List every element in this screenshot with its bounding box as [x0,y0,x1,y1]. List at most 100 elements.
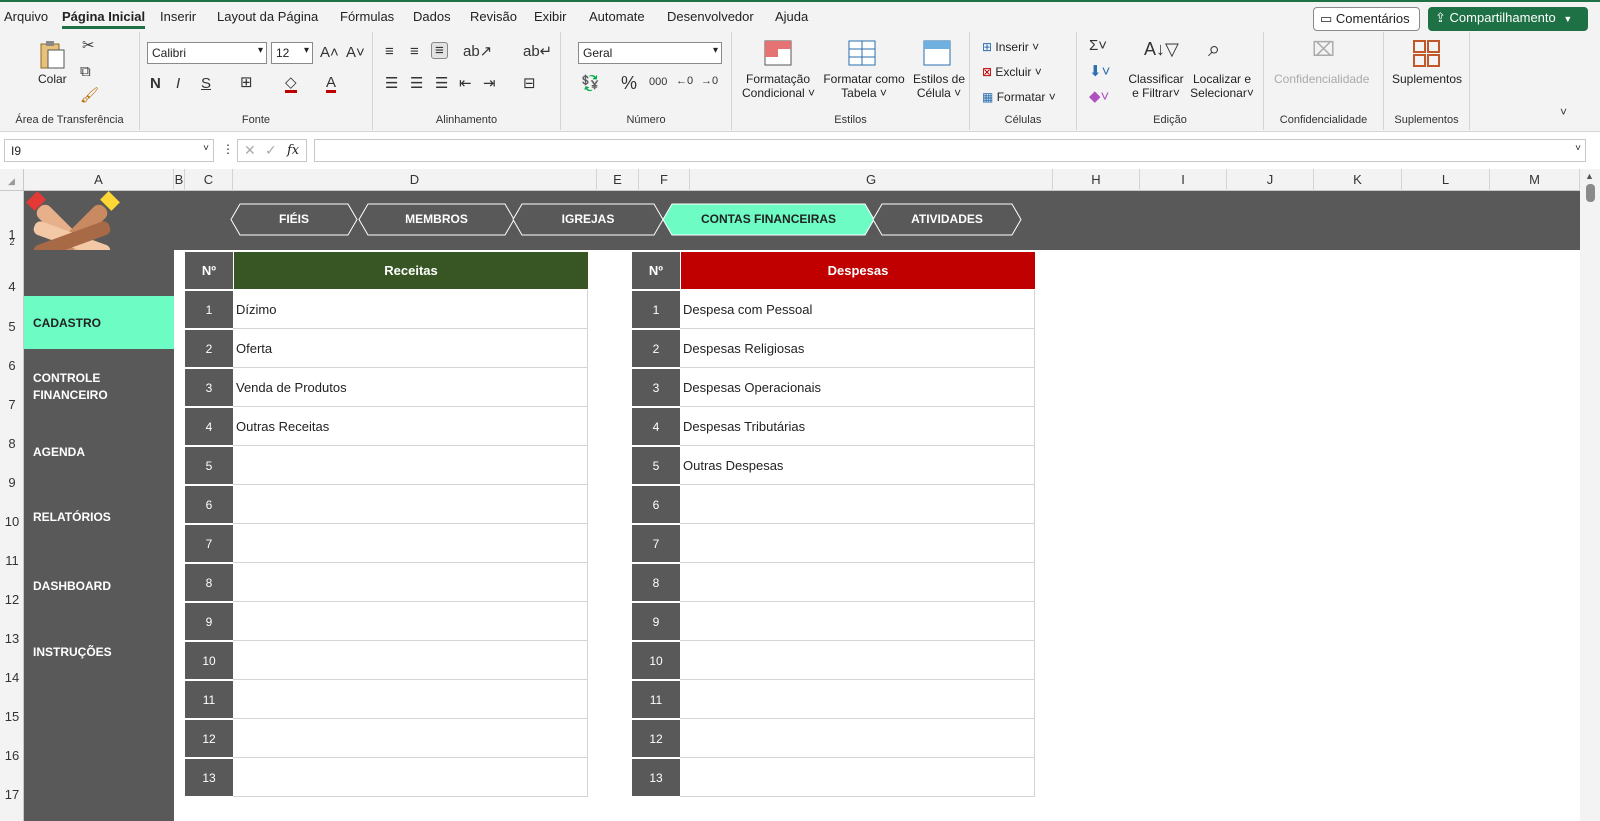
col-header-d[interactable]: D [233,169,597,191]
conditional-formatting-icon[interactable] [763,39,795,69]
row-header-8[interactable]: 8 [0,436,24,451]
decrease-indent-icon[interactable]: ⇤ [459,76,472,91]
row-header-10[interactable]: 10 [0,514,24,529]
col-header-f[interactable]: F [639,169,690,191]
number-format-select[interactable]: Geral ▾ [578,42,722,64]
receitas-row-text[interactable]: Oferta [233,329,588,368]
despesas-row-number[interactable]: 9 [632,602,680,640]
comments-button[interactable]: ▭ Comentários [1313,7,1420,31]
despesas-row-text[interactable] [680,563,1035,602]
wrap-text-icon[interactable]: ab↵ [523,44,552,59]
despesas-row-text[interactable] [680,641,1035,680]
tab-igrejas[interactable]: IGREJAS [512,203,664,236]
accounting-icon[interactable]: 💱 [581,76,600,91]
comma-style-icon[interactable]: 000 [649,77,667,88]
col-header-i[interactable]: I [1140,169,1227,191]
font-size-select[interactable]: 12 ▾ [271,42,313,64]
col-header-j[interactable]: J [1227,169,1314,191]
menu-arquivo[interactable]: Arquivo [4,9,48,24]
row-header-14[interactable]: 14 [0,670,24,685]
receitas-row-number[interactable]: 9 [185,602,233,640]
row-header-16[interactable]: 16 [0,748,24,763]
cut-icon[interactable]: ✂ [82,38,95,53]
addins-button[interactable]: Suplementos [1392,72,1462,86]
receitas-row-text[interactable] [233,446,588,485]
sidebar-item-agenda[interactable]: AGENDA [24,444,174,461]
col-header-c[interactable]: C [185,169,233,191]
row-header-5[interactable]: 5 [0,319,24,334]
row-header-12[interactable]: 12 [0,592,24,607]
despesas-row-number[interactable]: 1 [632,290,680,328]
receitas-row-text[interactable]: Venda de Produtos [233,368,588,407]
align-right-icon[interactable]: ☰ [435,76,448,91]
col-header-b[interactable]: B [174,169,185,191]
bold-icon[interactable]: N [150,76,161,91]
row-header-17[interactable]: 17 [0,787,24,802]
align-center-icon[interactable]: ☰ [410,76,423,91]
col-header-e[interactable]: E [597,169,639,191]
despesas-row-text[interactable] [680,758,1035,797]
despesas-row-text[interactable] [680,602,1035,641]
receitas-row-number[interactable]: 3 [185,368,233,406]
decrease-decimal-icon[interactable]: →0 [701,76,718,87]
tab-membros[interactable]: MEMBROS [358,203,515,236]
col-header-m[interactable]: M [1490,169,1580,191]
format-painter-icon[interactable]: 🖌 [80,88,99,103]
cell-styles-button[interactable]: Estilos de Célula ˅ [910,72,968,100]
orientation-icon[interactable]: ab↗ [463,44,492,59]
col-header-k[interactable]: K [1314,169,1402,191]
merge-center-icon[interactable]: ⊟ [523,76,536,91]
ribbon-collapse-icon[interactable]: ˅ [1560,106,1567,118]
despesas-row-text[interactable]: Outras Despesas [680,446,1035,485]
sidebar-item-dashboard[interactable]: DASHBOARD [24,578,174,595]
increase-indent-icon[interactable]: ⇥ [483,76,496,91]
despesas-row-number[interactable]: 2 [632,329,680,367]
enter-icon[interactable]: ✓ [265,142,277,159]
insert-function-icon[interactable]: fx [287,143,299,158]
fill-color-icon[interactable]: ◇ [285,75,297,93]
receitas-row-text[interactable] [233,524,588,563]
col-header-a[interactable]: A [24,169,174,191]
align-bottom-icon[interactable]: ≡ [431,42,448,59]
receitas-row-text[interactable] [233,563,588,602]
delete-cells-button[interactable]: ⊠ Excluir ˅ [982,65,1042,79]
col-header-l[interactable]: L [1402,169,1490,191]
receitas-row-number[interactable]: 1 [185,290,233,328]
despesas-row-number[interactable]: 13 [632,758,680,796]
receitas-row-text[interactable] [233,719,588,758]
row-header-4[interactable]: 4 [0,279,24,294]
conditional-formatting-button[interactable]: Formatação Condicional ˅ [742,72,815,100]
receitas-row-number[interactable]: 2 [185,329,233,367]
despesas-row-text[interactable]: Despesas Religiosas [680,329,1035,368]
despesas-row-text[interactable] [680,524,1035,563]
menu-automate[interactable]: Automate [589,9,645,24]
receitas-row-text[interactable]: Outras Receitas [233,407,588,446]
cell-styles-icon[interactable] [922,39,954,69]
borders-icon[interactable]: ⊞ [240,75,253,90]
sort-filter-icon[interactable]: A↓▽ [1144,40,1179,58]
menu-formulas[interactable]: Fórmulas [340,9,394,24]
row-header-6[interactable]: 6 [0,358,24,373]
format-table-icon[interactable] [847,39,879,69]
tab-contas-financeiras[interactable]: CONTAS FINANCEIRAS [662,203,875,236]
align-left-icon[interactable]: ☰ [385,76,398,91]
copy-icon[interactable]: ⧉ [80,64,91,79]
menu-dados[interactable]: Dados [413,9,451,24]
despesas-row-text[interactable]: Despesa com Pessoal [680,290,1035,329]
font-name-select[interactable]: Calibri ▾ [147,42,267,64]
addins-icon[interactable] [1411,39,1443,69]
despesas-row-number[interactable]: 7 [632,524,680,562]
menu-pagina-inicial[interactable]: Página Inicial [62,9,146,29]
grow-font-icon[interactable]: A˄ [320,45,339,60]
despesas-row-number[interactable]: 11 [632,680,680,718]
despesas-row-text[interactable] [680,680,1035,719]
sort-filter-button[interactable]: Classificar e Filtrar˅ [1128,72,1184,100]
sidebar-item-cadastro[interactable]: CADASTRO [24,296,174,349]
font-color-icon[interactable]: A [326,75,337,93]
receitas-row-number[interactable]: 5 [185,446,233,484]
find-select-button[interactable]: Localizar e Selecionar˅ [1187,72,1257,100]
name-box[interactable]: I9 ˅ [4,139,214,162]
autosum-icon[interactable]: Σ˅ [1089,38,1107,53]
receitas-row-number[interactable]: 13 [185,758,233,796]
sidebar-item-relatorios[interactable]: RELATÓRIOS [24,509,174,526]
